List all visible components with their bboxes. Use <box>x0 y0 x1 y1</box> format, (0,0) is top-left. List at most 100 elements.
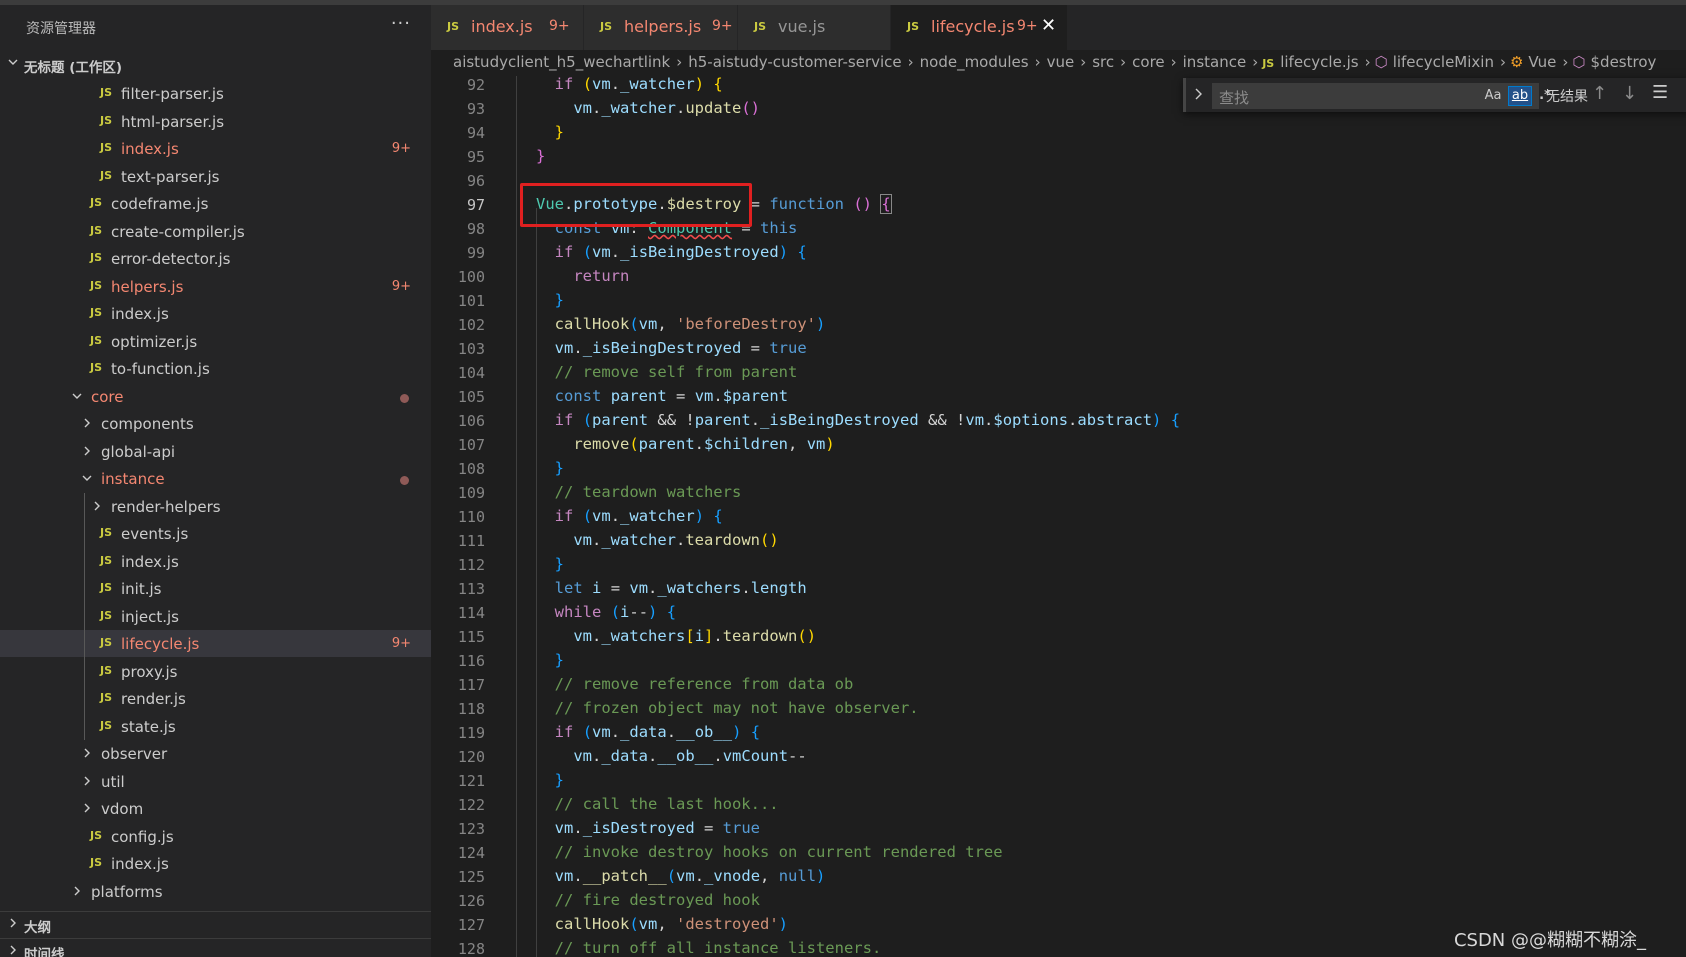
tree-file-optimizer-js[interactable]: JS optimizer.js <box>0 328 431 355</box>
js-file-icon: JS <box>100 718 113 732</box>
chevron-right-icon: › <box>1080 53 1087 71</box>
outline-label: 大纲 <box>24 920 51 936</box>
line-number: 116 <box>457 652 485 670</box>
breadcrumb-item[interactable]: src <box>1092 53 1114 71</box>
tab-label: lifecycle.js <box>931 17 1015 36</box>
breadcrumb-item[interactable]: h5-aistudy-customer-service <box>688 53 901 71</box>
tree-file-index-js[interactable]: JS index.js <box>0 850 431 877</box>
chevron-right-icon[interactable] <box>1192 86 1206 106</box>
tab-vue-js[interactable]: JS vue.js <box>738 5 891 50</box>
tree-file-codeframe-js[interactable]: JS codeframe.js <box>0 190 431 217</box>
code-line-116: } <box>554 651 565 669</box>
tree-folder-platforms[interactable]: platforms <box>0 878 431 905</box>
chevron-right-icon <box>6 943 20 957</box>
js-file-icon: JS <box>907 20 920 33</box>
code-line-103: vm._isBeingDestroyed = true <box>554 339 807 357</box>
explorer-title: 资源管理器 <box>26 21 96 37</box>
tree-file-inject-js[interactable]: JS inject.js <box>0 603 431 630</box>
more-actions-icon[interactable]: ··· <box>391 13 411 34</box>
tree-file-proxy-js[interactable]: JS proxy.js <box>0 658 431 685</box>
tree-file-render-js[interactable]: JS render.js <box>0 685 431 712</box>
match-case-toggle[interactable]: Aa <box>1483 87 1503 105</box>
tree-item-label: helpers.js <box>111 277 184 296</box>
timeline-label: 时间线 <box>24 947 65 957</box>
code-line-117: // remove reference from data ob <box>554 675 854 693</box>
tab-index-js[interactable]: JS index.js 9+ <box>431 5 584 50</box>
tree-item-label: config.js <box>111 827 174 846</box>
whole-word-toggle[interactable]: ab <box>1508 86 1532 106</box>
workspace-title: 无标题 (工作区) <box>24 60 123 76</box>
chevron-right-icon: › <box>1499 53 1506 71</box>
js-file-icon: JS <box>100 608 113 622</box>
tree-file-index-js[interactable]: JS index.js <box>0 548 431 575</box>
line-number: 108 <box>457 460 485 478</box>
code-line-112: } <box>554 555 565 573</box>
tree-file-config-js[interactable]: JS config.js <box>0 823 431 850</box>
line-number: 122 <box>457 796 485 814</box>
tree-folder-observer[interactable]: observer <box>0 740 431 767</box>
breadcrumb-item[interactable]: core <box>1132 53 1165 71</box>
tree-folder-global-api[interactable]: global-api <box>0 438 431 465</box>
workspace-header[interactable]: 无标题 (工作区) <box>0 51 431 79</box>
line-number: 119 <box>457 724 485 742</box>
tree-file-index-js[interactable]: JS index.js 9+ <box>0 135 431 162</box>
arrow-down-icon[interactable]: ↓ <box>1622 83 1637 104</box>
tree-file-create-compiler-js[interactable]: JS create-compiler.js <box>0 218 431 245</box>
chevron-right-icon <box>80 415 94 431</box>
line-number: 98 <box>466 220 485 238</box>
tree-folder-instance[interactable]: instance <box>0 465 431 492</box>
line-number: 117 <box>457 676 485 694</box>
tree-file-events-js[interactable]: JS events.js <box>0 520 431 547</box>
problem-count-badge: 9+ <box>391 141 411 156</box>
js-file-icon: JS <box>447 20 460 33</box>
timeline-section[interactable]: 时间线 <box>0 938 431 957</box>
tree-file-lifecycle-js[interactable]: JS lifecycle.js 9+ <box>0 630 431 657</box>
tree-file-index-js[interactable]: JS index.js <box>0 300 431 327</box>
tree-folder-util[interactable]: util <box>0 768 431 795</box>
code-line-120: vm._data.__ob__.vmCount-- <box>573 747 807 765</box>
close-icon[interactable]: ✕ <box>1041 15 1056 36</box>
tree-item-label: error-detector.js <box>111 250 231 268</box>
tree-folder-vdom[interactable]: vdom <box>0 795 431 822</box>
arrow-up-icon[interactable]: ↑ <box>1592 83 1607 104</box>
line-number: 118 <box>457 700 485 718</box>
breadcrumb: aistudyclient_h5_wechartlink › h5-aistudy-… <box>431 50 1686 76</box>
breadcrumb-item[interactable]: vue <box>1047 53 1075 71</box>
outline-section[interactable]: 大纲 <box>0 911 431 938</box>
code-line-122: // call the last hook... <box>554 795 779 813</box>
tree-item-label: vdom <box>101 800 144 818</box>
code-line-119: if (vm._data.__ob__) { <box>554 723 761 741</box>
tab-lifecycle-js[interactable]: JS lifecycle.js 9+ ✕ <box>891 5 1068 50</box>
tab-badge: 9+ <box>1017 18 1038 34</box>
breadcrumb-item[interactable]: lifecycleMixin <box>1393 53 1494 71</box>
tree-folder-render-helpers[interactable]: render-helpers <box>0 493 431 520</box>
tree-file-to-function-js[interactable]: JS to-function.js <box>0 355 431 382</box>
breadcrumb-item[interactable]: aistudyclient_h5_wechartlink <box>453 53 670 71</box>
line-number: 102 <box>457 316 485 334</box>
line-number: 99 <box>466 244 485 262</box>
selection-menu-icon[interactable]: ☰ <box>1652 82 1668 103</box>
tree-item-label: html-parser.js <box>121 112 225 131</box>
js-file-icon: JS <box>100 526 113 539</box>
line-number: 126 <box>457 892 485 910</box>
tree-file-init-js[interactable]: JS init.js <box>0 575 431 602</box>
code-line-100: return <box>573 267 630 285</box>
breadcrumb-item[interactable]: lifecycle.js <box>1280 53 1358 71</box>
tree-file-text-parser-js[interactable]: JS text-parser.js <box>0 163 431 190</box>
tree-file-html-parser-js[interactable]: JS html-parser.js <box>0 108 431 135</box>
tree-file-filter-parser-js[interactable]: JS filter-parser.js <box>0 80 431 107</box>
tree-file-helpers-js[interactable]: JS helpers.js 9+ <box>0 273 431 300</box>
js-file-icon: JS <box>100 168 113 182</box>
breadcrumb-item[interactable]: Vue <box>1528 53 1556 71</box>
tree-file-state-js[interactable]: JS state.js <box>0 713 431 740</box>
find-input[interactable]: 查找 Aa ab .* <box>1212 83 1551 109</box>
tree-file-error-detector-js[interactable]: JS error-detector.js <box>0 245 431 272</box>
breadcrumb-item[interactable]: instance <box>1183 53 1247 71</box>
code-editor[interactable]: 92 93 94 95 96 97 98 99 100 101 102 103 104 105 106 107… <box>431 76 1686 957</box>
tree-folder-core[interactable]: core <box>0 383 431 410</box>
breadcrumb-item[interactable]: node_modules <box>920 53 1029 71</box>
breadcrumb-item[interactable]: $destroy <box>1591 53 1657 71</box>
tree-item-label: instance <box>101 470 165 488</box>
tree-folder-components[interactable]: components <box>0 410 431 437</box>
tab-helpers-js[interactable]: JS helpers.js 9+ <box>584 5 738 50</box>
